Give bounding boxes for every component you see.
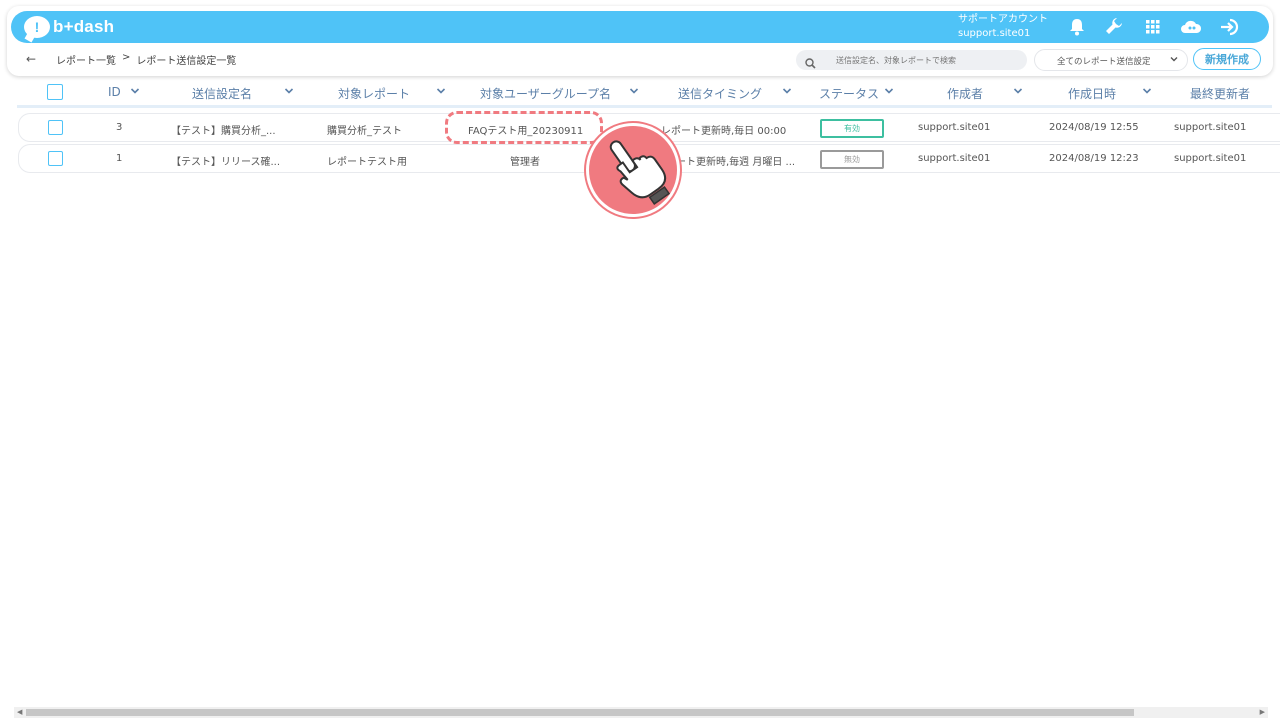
search-input[interactable] [836, 52, 1016, 68]
row-checkbox[interactable] [48, 120, 63, 135]
account-name: support.site01 [958, 28, 1031, 39]
cell-updater: support.site01 [1174, 122, 1247, 133]
cell-report: 購買分析_テスト [327, 126, 402, 137]
column-header-group[interactable]: 対象ユーザーグループ名 [480, 85, 611, 102]
column-header-status[interactable]: ステータス [819, 85, 879, 102]
sort-status-chevron-down-icon[interactable] [884, 85, 894, 99]
account-label: サポートアカウント [958, 14, 1048, 25]
column-header-timing[interactable]: 送信タイミング [678, 85, 762, 102]
breadcrumb-current: レポート送信設定一覧 [136, 56, 237, 67]
cloud-icon[interactable] [1180, 16, 1202, 38]
column-header-name[interactable]: 送信設定名 [192, 85, 252, 102]
logo-mark: ! [24, 16, 50, 38]
column-header-report[interactable]: 対象レポート [338, 85, 410, 102]
sort-creator-chevron-down-icon[interactable] [1013, 85, 1023, 99]
cell-creator: support.site01 [918, 153, 991, 164]
highlight-outline [445, 111, 603, 144]
filter-select[interactable]: 全てのレポート送信設定 [1034, 49, 1188, 71]
logo-text: b+dash [53, 17, 115, 36]
sort-created-at-chevron-down-icon[interactable] [1142, 85, 1152, 99]
cell-id: 1 [116, 153, 123, 164]
cell-created-at: 2024/08/19 12:55 [1049, 122, 1139, 133]
column-header-id[interactable]: ID [108, 85, 121, 99]
sort-report-chevron-down-icon[interactable] [436, 85, 446, 99]
sort-timing-chevron-down-icon[interactable] [782, 85, 792, 99]
cell-group: 管理者 [510, 157, 540, 168]
grid-icon[interactable] [1142, 16, 1164, 38]
cell-name[interactable]: 【テスト】リリース確... [171, 153, 280, 168]
status-badge: 無効 [820, 150, 884, 169]
horizontal-scrollbar[interactable]: ◀ ▶ [14, 707, 1268, 718]
breadcrumb: レポート一覧 > レポート送信設定一覧 [56, 52, 236, 67]
cell-timing: ート更新時,毎週 月曜日 ... [676, 157, 796, 168]
cell-id: 3 [116, 122, 123, 133]
top-bar: ! b+dash サポートアカウント support.site01 [11, 11, 1269, 43]
status-badge: 有効 [820, 119, 884, 138]
search-icon [805, 54, 816, 73]
cell-created-at: 2024/08/19 12:23 [1049, 153, 1139, 164]
back-button[interactable]: ← [26, 52, 36, 66]
select-all-checkbox[interactable] [47, 84, 63, 100]
sort-group-chevron-down-icon[interactable] [629, 85, 639, 99]
search-box[interactable] [796, 50, 1027, 70]
filter-select-value: 全てのレポート送信設定 [1057, 57, 1151, 67]
hand-pointer-icon [586, 123, 680, 217]
column-header-creator[interactable]: 作成者 [947, 85, 983, 102]
column-header-id-label: ID [108, 85, 121, 99]
cell-timing: レポート更新時,毎日 00:00 [661, 126, 787, 137]
column-header-updater[interactable]: 最終更新者 [1190, 85, 1250, 102]
account-info[interactable]: サポートアカウント support.site01 [958, 13, 1048, 41]
table-header: ID 送信設定名 対象レポート 対象ユーザーグループ名 送信タイミング ステータ… [17, 80, 1272, 108]
scroll-left-icon[interactable]: ◀ [17, 708, 22, 716]
bell-icon[interactable] [1066, 16, 1088, 38]
sort-id-chevron-down-icon[interactable] [130, 85, 140, 99]
scrollbar-thumb[interactable] [26, 709, 1134, 716]
scroll-right-icon[interactable]: ▶ [1260, 708, 1265, 716]
cell-name[interactable]: 【テスト】購買分析_... [171, 122, 276, 137]
breadcrumb-report-list[interactable]: レポート一覧 [56, 52, 116, 67]
chevron-down-icon [1169, 54, 1179, 67]
breadcrumb-separator: > [122, 52, 131, 63]
sort-name-chevron-down-icon[interactable] [284, 85, 294, 99]
column-header-created-at[interactable]: 作成日時 [1068, 85, 1116, 102]
logo[interactable]: ! b+dash [24, 15, 114, 39]
cell-report: レポートテスト用 [327, 157, 407, 168]
cell-creator: support.site01 [918, 122, 991, 133]
cell-updater: support.site01 [1174, 153, 1247, 164]
wrench-icon[interactable] [1103, 15, 1125, 37]
row-checkbox[interactable] [48, 151, 63, 166]
logout-icon[interactable] [1219, 16, 1241, 38]
new-create-button[interactable]: 新規作成 [1193, 48, 1261, 70]
